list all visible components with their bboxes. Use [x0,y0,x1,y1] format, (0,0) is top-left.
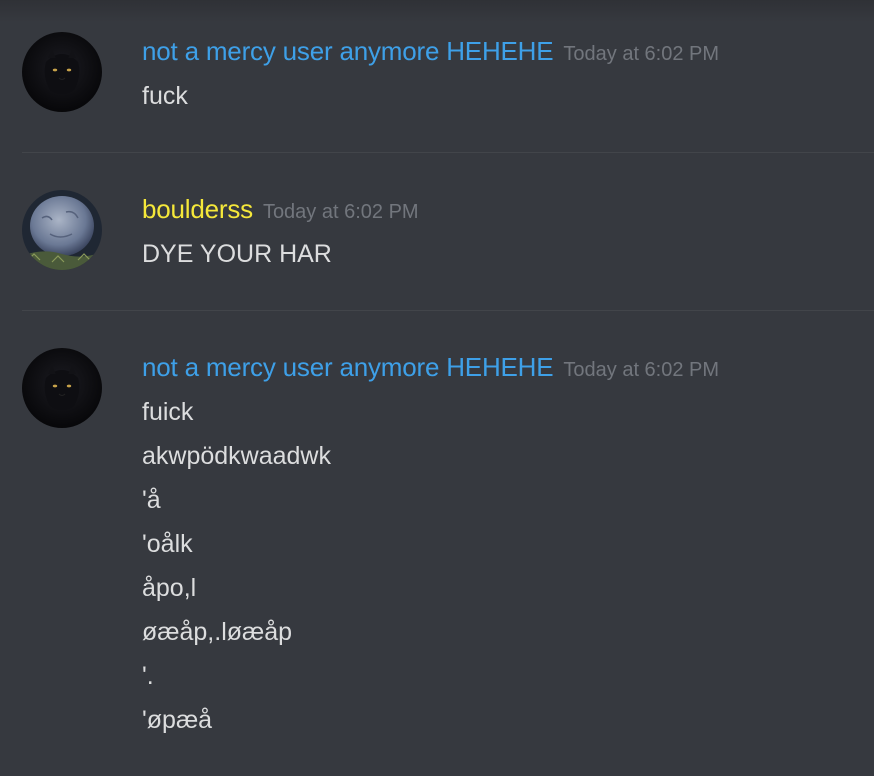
message-body: DYE YOUR HAR [142,232,332,276]
top-shade [0,0,874,22]
message-text: 'øpæå [142,706,213,734]
message-header: not a mercy user anymore HEHEHE Today at … [142,352,719,383]
message-header: boulderss Today at 6:02 PM [142,194,419,225]
message-text: fuick [142,398,194,426]
message-text: 'oålk [142,530,193,558]
message-divider [22,310,874,311]
message-body: fuick akwpödkwaadwk 'å 'oålk åpo,l øæåp,… [142,390,331,742]
black-panther-avatar[interactable] [22,32,102,112]
message-text: øæåp,.løæåp [142,618,293,646]
boulder-avatar[interactable] [22,190,102,270]
message-text: 'å [142,486,161,514]
timestamp: Today at 6:02 PM [563,359,720,381]
username[interactable]: not a mercy user anymore HEHEHE [142,36,554,66]
black-panther-avatar[interactable] [22,348,102,428]
username[interactable]: not a mercy user anymore HEHEHE [142,352,554,382]
message-divider [22,152,874,153]
message-text: akwpödkwaadwk [142,442,331,470]
username[interactable]: boulderss [142,194,253,224]
message-text: '. [142,662,154,690]
message-text: DYE YOUR HAR [142,240,332,268]
timestamp: Today at 6:02 PM [262,201,419,223]
message-body: fuck [142,74,188,118]
timestamp: Today at 6:02 PM [563,43,720,65]
message-text: fuck [142,82,188,110]
message-text: åpo,l [142,574,197,602]
message-header: not a mercy user anymore HEHEHE Today at … [142,36,719,67]
